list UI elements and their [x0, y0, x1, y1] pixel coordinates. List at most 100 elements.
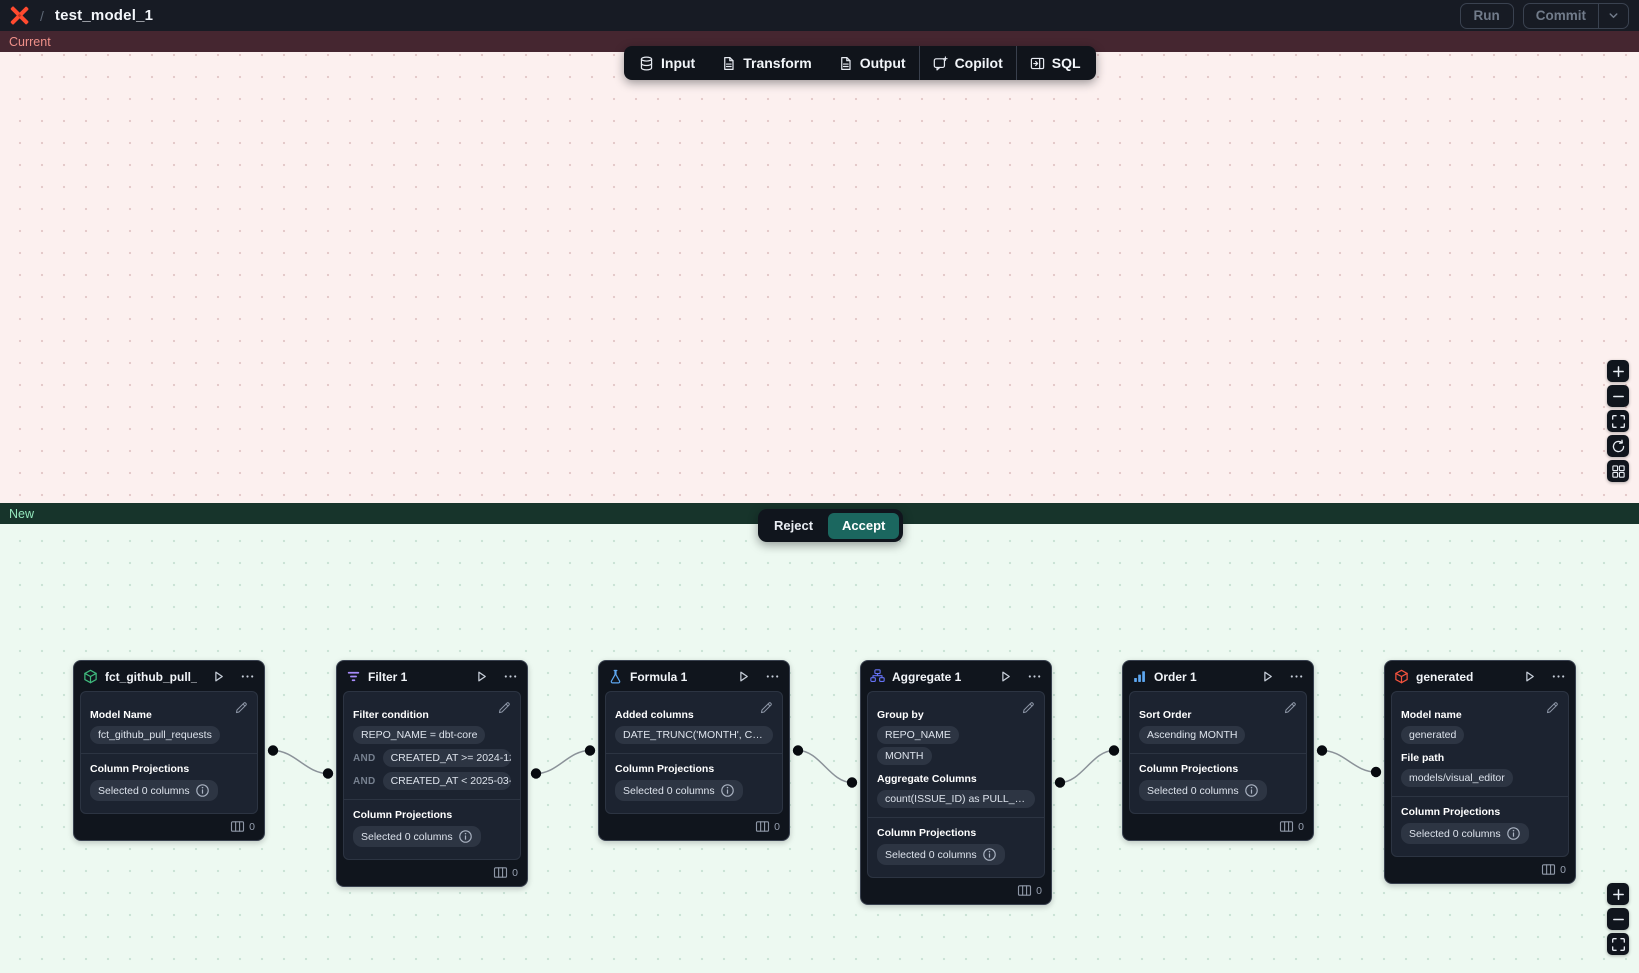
value-pill[interactable]: count(ISSUE_ID) as PULL_REQUEST_… — [877, 790, 1035, 808]
filter-node[interactable]: Filter 1Filter conditionREPO_NAME = dbt-… — [336, 660, 528, 887]
edit-pencil-icon[interactable] — [759, 700, 774, 715]
more-button[interactable] — [1289, 669, 1304, 684]
section-divider — [1392, 796, 1568, 797]
value-row: models/visual_editor — [1401, 769, 1559, 787]
value-row: Selected 0 columns — [1401, 823, 1559, 844]
value-pill-text: Selected 0 columns — [1147, 785, 1239, 797]
source-handle[interactable] — [1317, 745, 1327, 755]
reject-button[interactable]: Reject — [762, 513, 825, 539]
more-button[interactable] — [240, 669, 255, 684]
more-button[interactable] — [1551, 669, 1566, 684]
minus-button[interactable] — [1607, 385, 1629, 407]
info-icon[interactable] — [1506, 826, 1521, 841]
value-pill[interactable]: generated — [1401, 726, 1464, 744]
toolbar-item-label: SQL — [1052, 55, 1081, 71]
value-pill[interactable]: Selected 0 columns — [90, 780, 218, 801]
value-pill[interactable]: MONTH — [877, 747, 932, 765]
value-row: REPO_NAME = dbt-core — [353, 726, 511, 744]
more-button[interactable] — [503, 669, 518, 684]
source-handle[interactable] — [793, 745, 803, 755]
toolbar-item-label: Input — [661, 55, 695, 71]
fit-view-button[interactable] — [1607, 933, 1629, 955]
output-node[interactable]: generatedModel namegeneratedFile pathmod… — [1384, 660, 1576, 884]
value-pill[interactable]: DATE_TRUNC('MONTH', CREATED_AT… — [615, 726, 773, 744]
play-button[interactable] — [1522, 669, 1537, 684]
value-pill[interactable]: Selected 0 columns — [1139, 780, 1267, 801]
refresh-button[interactable] — [1607, 435, 1629, 457]
toolbar-item-copilot[interactable]: Copilot — [920, 46, 1016, 80]
formula-node[interactable]: Formula 1Added columnsDATE_TRUNC('MONTH'… — [598, 660, 790, 841]
target-handle[interactable] — [585, 745, 595, 755]
target-handle[interactable] — [847, 777, 857, 787]
current-canvas[interactable]: InputTransformOutputCopilotSQL — [0, 52, 1639, 503]
dbt-logo-icon[interactable] — [10, 6, 29, 25]
model-icon — [83, 669, 98, 684]
value-pill[interactable]: REPO_NAME — [877, 726, 959, 744]
node-header: fct_github_pull_requests — [74, 661, 264, 691]
info-icon[interactable] — [720, 783, 735, 798]
plus-button[interactable] — [1607, 883, 1629, 905]
order-node[interactable]: Order 1Sort OrderAscending MONTHColumn P… — [1122, 660, 1314, 841]
value-pill[interactable]: models/visual_editor — [1401, 769, 1513, 787]
minus-button[interactable] — [1607, 908, 1629, 930]
info-icon[interactable] — [195, 783, 210, 798]
commit-chevron-down-icon[interactable] — [1599, 4, 1628, 28]
value-row: Selected 0 columns — [877, 844, 1035, 865]
source-node[interactable]: fct_github_pull_requestsModel Namefct_gi… — [73, 660, 265, 841]
edit-pencil-icon[interactable] — [1283, 700, 1298, 715]
info-icon[interactable] — [458, 829, 473, 844]
target-handle[interactable] — [1371, 767, 1381, 777]
plus-button[interactable] — [1607, 360, 1629, 382]
value-pill[interactable]: Selected 0 columns — [615, 780, 743, 801]
toolbar-item-input[interactable]: Input — [626, 46, 708, 80]
node-footer: 0 — [861, 878, 1051, 904]
value-pill[interactable]: Selected 0 columns — [877, 844, 1005, 865]
edit-pencil-icon[interactable] — [1545, 700, 1560, 715]
toolbar-item-sql[interactable]: SQL — [1017, 46, 1094, 80]
value-row: Selected 0 columns — [615, 780, 773, 801]
accept-button[interactable]: Accept — [828, 513, 899, 539]
play-button[interactable] — [998, 669, 1013, 684]
more-button[interactable] — [1027, 669, 1042, 684]
toolbar-item-label: Copilot — [955, 55, 1003, 71]
edit-pencil-icon[interactable] — [234, 700, 249, 715]
run-button[interactable]: Run — [1460, 3, 1514, 29]
more-button[interactable] — [765, 669, 780, 684]
target-handle[interactable] — [1109, 745, 1119, 755]
condition-pill[interactable]: CREATED_AT >= 2024-12-01 — [383, 749, 511, 767]
commit-button[interactable]: Commit — [1524, 4, 1598, 28]
toolbar-item-output[interactable]: Output — [825, 46, 919, 80]
fit-view-button[interactable] — [1607, 410, 1629, 432]
toolbar-item-transform[interactable]: Transform — [708, 46, 824, 80]
info-icon[interactable] — [982, 847, 997, 862]
edit-pencil-icon[interactable] — [497, 700, 512, 715]
play-button[interactable] — [474, 669, 489, 684]
section-divider — [344, 799, 520, 800]
node-title: Aggregate 1 — [892, 670, 984, 684]
source-handle[interactable] — [1055, 777, 1065, 787]
value-pill[interactable]: Selected 0 columns — [353, 826, 481, 847]
condition-pill[interactable]: CREATED_AT < 2025-03-01 — [383, 772, 511, 790]
play-button[interactable] — [1260, 669, 1275, 684]
commit-split-button: Commit — [1523, 3, 1629, 29]
play-button[interactable] — [736, 669, 751, 684]
model-icon — [1394, 669, 1409, 684]
target-handle[interactable] — [323, 768, 333, 778]
source-handle[interactable] — [531, 768, 541, 778]
section-label: Column Projections — [353, 809, 511, 821]
source-handle[interactable] — [268, 745, 278, 755]
value-pill[interactable]: fct_github_pull_requests — [90, 726, 220, 744]
row-count: 0 — [512, 867, 518, 879]
play-button[interactable] — [211, 669, 226, 684]
edit-pencil-icon[interactable] — [1021, 700, 1036, 715]
new-canvas[interactable]: Reject Accept fct_github_pull_requestsMo… — [0, 524, 1639, 973]
info-icon[interactable] — [1244, 783, 1259, 798]
value-pill[interactable]: Ascending MONTH — [1139, 726, 1245, 744]
copilot-icon — [933, 56, 948, 71]
grid-button[interactable] — [1607, 460, 1629, 482]
database-icon — [639, 56, 654, 71]
value-row: MONTH — [877, 747, 1035, 765]
aggregate-node[interactable]: Aggregate 1Group byREPO_NAMEMONTHAggrega… — [860, 660, 1052, 905]
value-pill[interactable]: REPO_NAME = dbt-core — [353, 726, 485, 744]
value-pill[interactable]: Selected 0 columns — [1401, 823, 1529, 844]
